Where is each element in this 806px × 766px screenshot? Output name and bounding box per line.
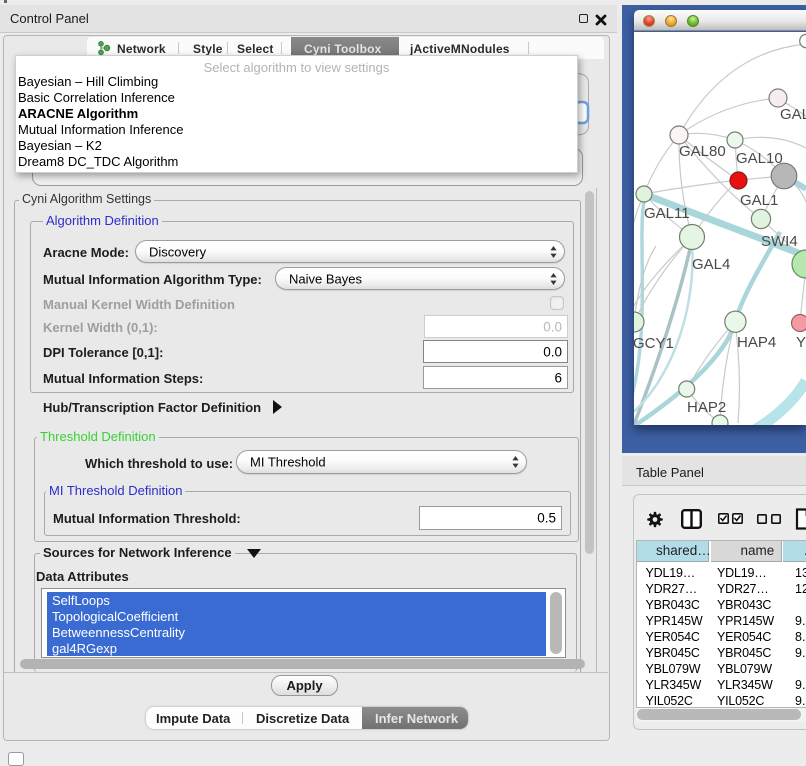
svg-text:GAL7: GAL7 xyxy=(780,106,806,123)
svg-text:Y: Y xyxy=(796,334,806,351)
svg-text:GAL4: GAL4 xyxy=(692,256,730,273)
svg-text:GAL11: GAL11 xyxy=(644,205,690,222)
svg-text:GAL80: GAL80 xyxy=(679,143,726,160)
svg-text:HAP2: HAP2 xyxy=(687,399,726,416)
svg-text:SWI4: SWI4 xyxy=(761,233,798,250)
svg-text:GAL10: GAL10 xyxy=(736,150,783,167)
svg-text:GAL1: GAL1 xyxy=(740,192,778,209)
svg-text:HAP4: HAP4 xyxy=(737,334,776,351)
svg-text:GCY1: GCY1 xyxy=(634,335,674,352)
